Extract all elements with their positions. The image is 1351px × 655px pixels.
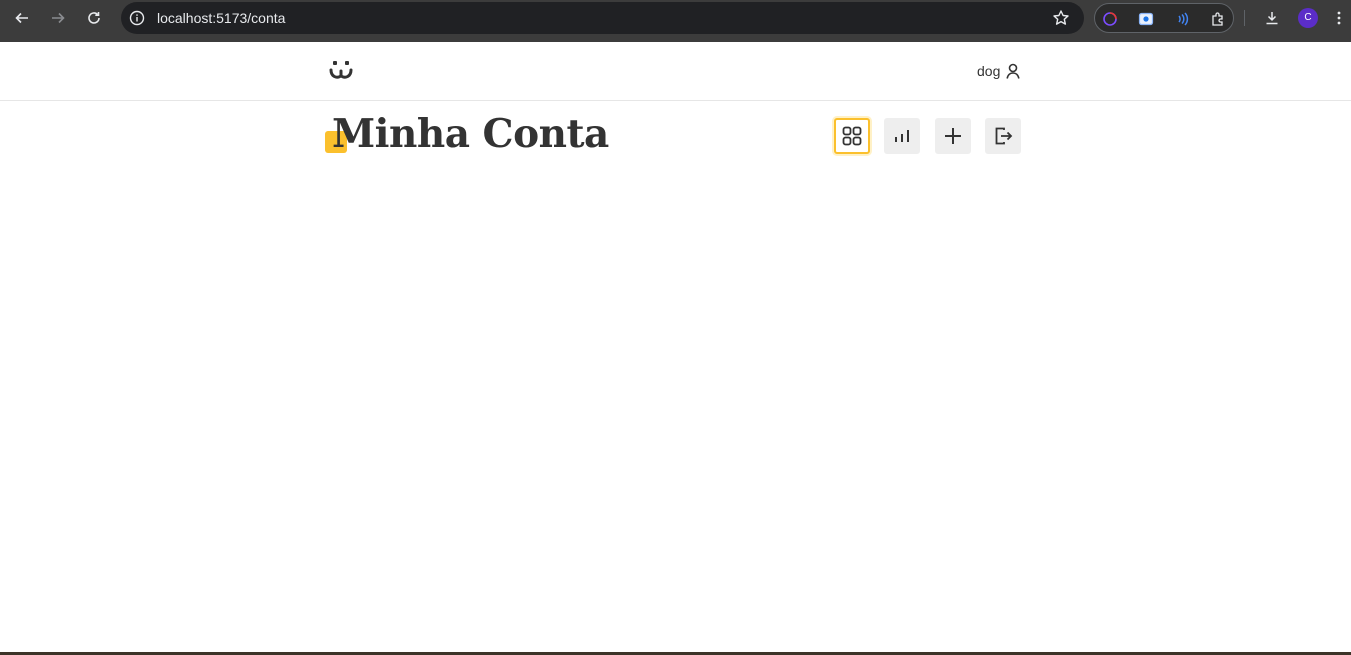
bookmark-star-icon[interactable] [1052, 9, 1070, 27]
extension-circle-icon[interactable] [1101, 10, 1119, 28]
site-header: dog [0, 42, 1351, 101]
logout-icon [995, 127, 1013, 145]
extension-wave-icon[interactable] [1173, 10, 1191, 28]
download-icon[interactable] [1262, 8, 1282, 28]
arrow-right-icon [52, 12, 65, 24]
arrow-left-icon [15, 12, 28, 24]
reload-button[interactable] [80, 7, 108, 29]
extensions-puzzle-icon[interactable] [1209, 10, 1227, 28]
back-button[interactable] [8, 7, 36, 29]
info-icon[interactable] [129, 10, 145, 26]
forward-button[interactable] [44, 7, 72, 29]
user-account-link[interactable]: dog [977, 60, 1020, 82]
url-text[interactable]: localhost:5173/conta [157, 9, 285, 27]
account-nav [834, 118, 1021, 154]
toolbar-divider [1244, 10, 1245, 26]
browser-toolbar: localhost:5173/conta C [0, 0, 1351, 42]
reload-icon [88, 12, 100, 24]
stats-button[interactable] [884, 118, 920, 154]
bar-chart-icon [895, 130, 909, 142]
user-name: dog [977, 63, 1001, 79]
feed-button[interactable] [834, 118, 870, 154]
plus-icon [945, 128, 961, 144]
logout-button[interactable] [985, 118, 1021, 154]
extension-screen-icon[interactable] [1137, 10, 1155, 28]
browser-menu-icon[interactable] [1332, 8, 1346, 28]
address-bar[interactable]: localhost:5173/conta [121, 2, 1084, 34]
grid-icon [842, 126, 862, 146]
add-post-button[interactable] [935, 118, 971, 154]
profile-avatar[interactable]: C [1298, 8, 1318, 28]
page-title: Minha Conta [332, 111, 609, 157]
person-icon [1006, 63, 1020, 79]
dog-face-logo-icon[interactable] [329, 58, 357, 84]
extensions-group [1094, 3, 1234, 33]
